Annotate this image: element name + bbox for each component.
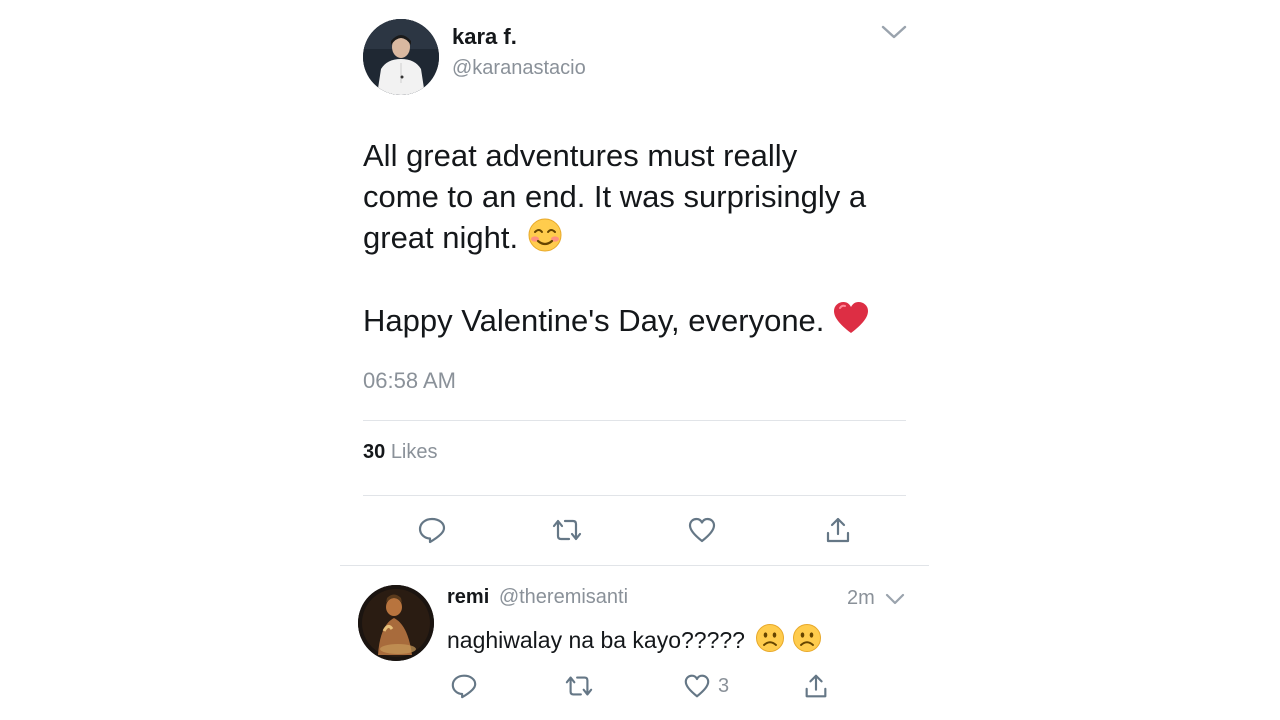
reply-text: naghiwalay na ba kayo????? <box>447 623 822 660</box>
reply-icon[interactable] <box>449 671 479 701</box>
reply-author-name[interactable]: remi <box>447 586 489 608</box>
author-handle[interactable]: @karanastacio <box>452 57 586 80</box>
likes-count: 30 <box>363 441 386 463</box>
red-heart-emoji <box>833 300 869 346</box>
reply-icon[interactable] <box>416 514 448 546</box>
divider <box>363 495 906 496</box>
section-divider <box>340 565 929 566</box>
tweet-text-line: Happy Valentine's Day, everyone. <box>363 300 869 346</box>
frowning-face-emoji <box>792 623 822 660</box>
reply-like-count: 3 <box>718 675 730 697</box>
reply-header: remi @theremisanti <box>447 586 628 609</box>
relieved-smile-emoji <box>527 217 563 263</box>
tweet-text-line: come to an end. It was surprisingly a <box>363 179 867 214</box>
share-icon[interactable] <box>801 671 831 701</box>
chevron-down-icon[interactable] <box>880 22 908 42</box>
likes-summary[interactable]: 30 Likes <box>363 441 438 464</box>
tweet-text-line: All great adventures must really <box>363 138 798 173</box>
chevron-down-icon[interactable] <box>884 591 906 607</box>
tweet-timestamp[interactable]: 06:58 AM <box>363 368 456 394</box>
divider <box>363 420 906 421</box>
reply-author-handle[interactable]: @theremisanti <box>499 586 628 608</box>
avatar-photo <box>358 585 434 661</box>
share-icon[interactable] <box>822 514 854 546</box>
frowning-face-emoji <box>755 623 785 660</box>
author-avatar[interactable] <box>363 19 439 95</box>
likes-label: Likes <box>390 441 438 463</box>
like-icon[interactable] <box>682 671 712 701</box>
tweet-text-fragment: Happy Valentine's Day, everyone. <box>363 303 825 338</box>
reply-text-content: naghiwalay na ba kayo????? <box>447 627 745 653</box>
retweet-icon[interactable] <box>550 514 584 546</box>
author-name[interactable]: kara f. <box>452 24 517 50</box>
tweet-text-line: great night. <box>363 217 563 263</box>
reply-author-avatar[interactable] <box>358 585 434 661</box>
tweet-text-fragment: great night. <box>363 220 519 255</box>
like-icon[interactable] <box>686 514 718 546</box>
avatar-photo <box>363 19 439 95</box>
retweet-icon[interactable] <box>563 671 595 701</box>
reply-age: 2m <box>847 587 875 609</box>
